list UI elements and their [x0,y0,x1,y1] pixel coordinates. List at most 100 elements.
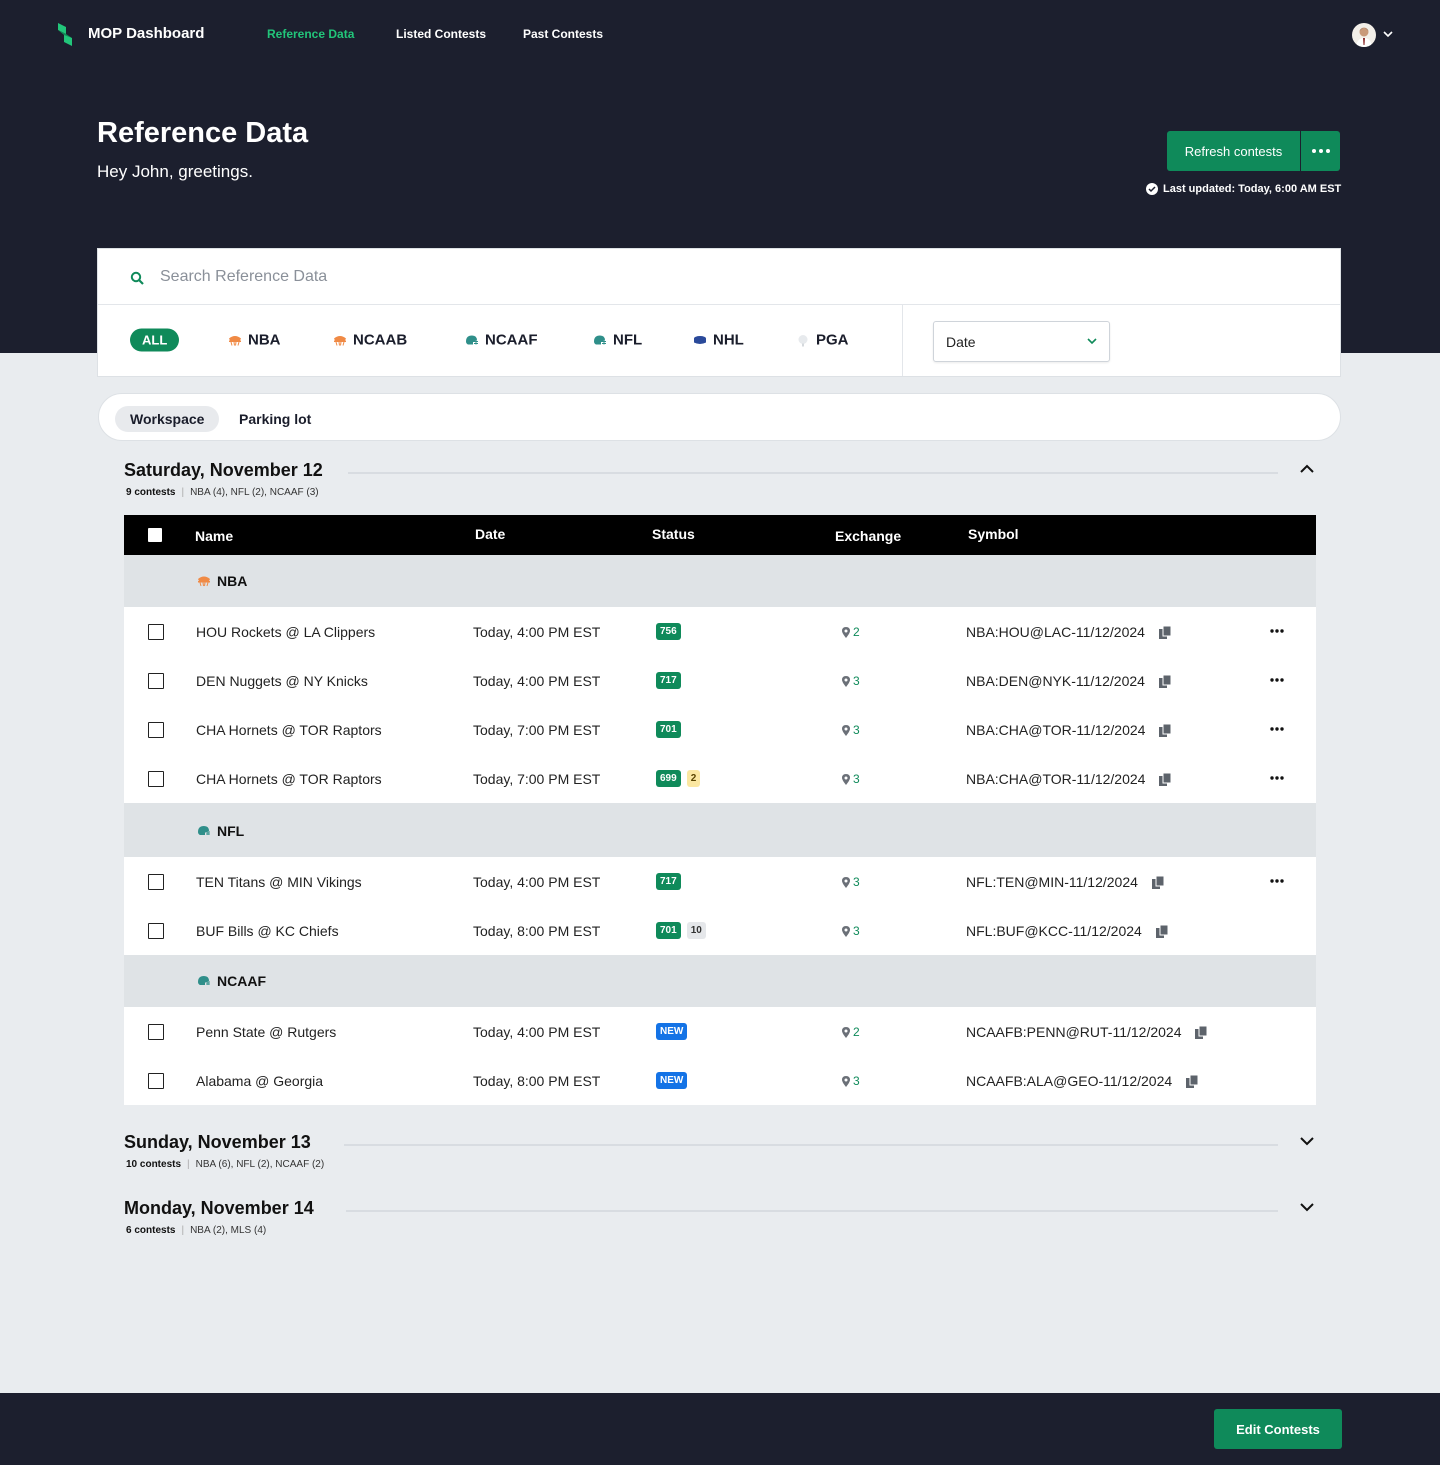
copy-icon[interactable] [1151,875,1165,889]
select-all-checkbox[interactable] [148,528,162,542]
chevron-down-icon[interactable] [1300,1136,1314,1146]
row-checkbox[interactable] [148,624,164,640]
row-checkbox[interactable] [148,923,164,939]
row-checkbox[interactable] [148,771,164,787]
refresh-contests-button[interactable]: Refresh contests [1167,131,1300,171]
exchange-cell: 3 [842,772,860,786]
group-row-ncaaf: NCAAF [124,955,1316,1007]
status-badge: 717 [656,672,681,689]
row-more-button[interactable] [1269,624,1285,638]
exchange-count: 3 [853,875,860,889]
chevron-down-icon[interactable] [1383,30,1393,38]
map-pin-icon [842,876,850,888]
filter-chip-ncaaf[interactable]: NCAAF [465,332,538,349]
row-checkbox[interactable] [148,1073,164,1089]
status-badge: 699 [656,770,681,787]
row-checkbox[interactable] [148,1024,164,1040]
search-input[interactable] [160,264,860,290]
row-checkbox[interactable] [148,673,164,689]
page-title: Reference Data [97,117,309,149]
row-checkbox[interactable] [148,874,164,890]
contest-date: Today, 4:00 PM EST [473,673,601,689]
filter-chip-label: NHL [713,331,744,349]
chevron-down-icon[interactable] [1300,1202,1314,1212]
row-more-button[interactable] [1269,771,1285,785]
symbol-cell: NBA:CHA@TOR-11/12/2024 [966,771,1172,787]
exchange-count: 3 [853,674,860,688]
group-label: NFL [217,823,245,839]
copy-icon[interactable] [1159,723,1172,737]
tab-parking-lot[interactable]: Parking lot [224,406,326,432]
symbol-cell: NFL:TEN@MIN-11/12/2024 [966,874,1165,890]
contest-date: Today, 8:00 PM EST [473,923,601,939]
meta-separator: | [187,1159,190,1170]
last-updated-text: Last updated: Today, 6:00 AM EST [1163,183,1342,195]
contest-name: CHA Hornets @ TOR Raptors [196,771,382,787]
column-exchange: Exchange [835,528,902,544]
table-row: HOU Rockets @ LA Clippers Today, 4:00 PM… [124,607,1316,656]
row-more-button[interactable] [1269,874,1285,888]
symbol-text: NBA:CHA@TOR-11/12/2024 [966,771,1146,787]
copy-icon[interactable] [1158,625,1172,639]
filter-chip-ncaab[interactable]: NCAAB [333,332,407,349]
row-checkbox[interactable] [148,722,164,738]
symbol-text: NBA:CHA@TOR-11/12/2024 [966,722,1146,738]
golf-ball-icon [798,334,808,346]
contest-summary: NBA (4), NFL (2), NCAAF (3) [190,487,319,498]
filter-chip-nhl[interactable]: NHL [693,332,744,349]
brand-name: MOP Dashboard [88,25,205,42]
copy-icon[interactable] [1195,1025,1208,1039]
basketball-icon [198,576,210,587]
date-select[interactable]: Date [933,321,1110,362]
nav-past-contests[interactable]: Past Contests [523,27,603,41]
filter-chip-all[interactable]: ALL [130,328,180,352]
filter-chip-nba[interactable]: NBA [228,332,281,349]
new-badge: NEW [656,1072,688,1089]
symbol-cell: NCAAFB:PENN@RUT-11/12/2024 [966,1024,1208,1040]
map-pin-icon [842,1075,850,1087]
filter-chip-label: NCAAF [485,331,538,349]
copy-icon[interactable] [1155,924,1169,938]
chevron-up-icon[interactable] [1300,464,1314,474]
more-dots-icon [1270,727,1284,731]
day-section-header: Sunday, November 13 10 contests | NBA (6),… [124,1132,1316,1172]
exchange-cell: 2 [842,1025,860,1039]
contest-date: Today, 4:00 PM EST [473,624,601,640]
filter-chip-label: NBA [248,331,281,349]
column-date: Date [475,526,506,542]
last-updated: Last updated: Today, 6:00 AM EST [1146,183,1341,195]
column-symbol: Symbol [968,526,1019,542]
edit-contests-button[interactable]: Edit Contests [1214,1409,1342,1449]
filter-chip-label: ALL [142,332,168,348]
status-badge: 701 [656,721,681,738]
contest-date: Today, 4:00 PM EST [473,874,601,890]
football-helmet-icon [198,826,210,835]
more-options-button[interactable] [1301,131,1340,171]
contest-name: Penn State @ Rutgers [196,1024,337,1040]
contests-table: Name Date Status Exchange Symbol NBA HOU… [124,515,1316,1105]
symbol-text: NCAAFB:ALA@GEO-11/12/2024 [966,1073,1173,1089]
top-nav: MOP Dashboard Reference Data Listed Cont… [0,0,1440,70]
row-more-button[interactable] [1269,673,1285,687]
tab-workspace[interactable]: Workspace [115,406,220,432]
symbol-cell: NBA:CHA@TOR-11/12/2024 [966,722,1172,738]
workspace-tabs: Workspace Parking lot [98,393,1341,441]
nav-reference-data[interactable]: Reference Data [267,27,354,41]
status-badge: 701 [656,922,681,939]
copy-icon[interactable] [1159,772,1172,786]
copy-icon[interactable] [1158,674,1172,688]
symbol-text: NCAAFB:PENN@RUT-11/12/2024 [966,1024,1182,1040]
filter-chip-nfl[interactable]: NFL [593,332,642,349]
hockey-puck-icon [694,335,706,344]
map-pin-icon [842,773,850,785]
row-more-button[interactable] [1269,722,1285,736]
copy-icon[interactable] [1186,1074,1199,1088]
more-dots-icon [1270,629,1284,633]
avatar[interactable] [1352,23,1376,47]
nav-listed-contests[interactable]: Listed Contests [396,27,486,41]
user-avatar-icon [1356,27,1372,47]
filter-chip-pga[interactable]: PGA [796,332,849,349]
map-pin-icon [842,675,850,687]
new-badge: NEW [656,1023,688,1040]
contest-name: TEN Titans @ MIN Vikings [196,874,362,890]
